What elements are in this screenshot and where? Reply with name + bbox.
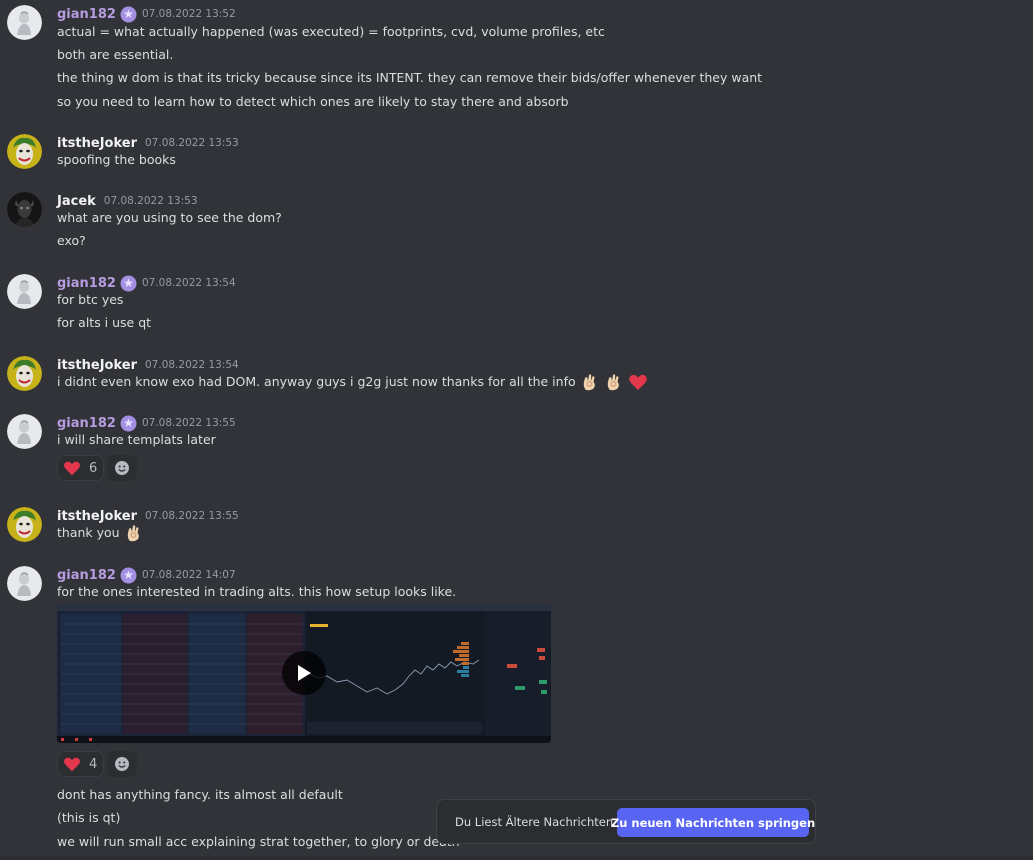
username[interactable]: gian182 (57, 568, 116, 583)
message-header: itstheJoker 07.08.2022 13:54 (57, 356, 239, 374)
red-heart-icon[interactable] (628, 372, 648, 392)
username[interactable]: gian182 (57, 416, 116, 431)
avatar-gian182[interactable] (7, 414, 42, 449)
jump-to-new-messages-button[interactable]: Zu neuen Nachrichten springen (611, 808, 815, 837)
timestamp[interactable]: 07.08.2022 13:52 (142, 8, 236, 20)
reaction-count: 6 (89, 460, 98, 476)
role-badge-icon[interactable] (120, 415, 137, 432)
message-line: thank you (57, 524, 144, 542)
message-text: what are you using to see the dom? (57, 210, 282, 225)
message-group: gian182 07.08.2022 13:55 i will share te… (0, 411, 1033, 483)
message-text: we will run small acc explaining strat t… (57, 834, 460, 849)
message-text: for the ones interested in trading alts.… (57, 584, 457, 599)
message-header: itstheJoker 07.08.2022 13:55 (57, 507, 239, 525)
message-text: (this is qt) (57, 810, 121, 825)
reaction-heart[interactable]: 6 (57, 455, 104, 481)
username[interactable]: itstheJoker (57, 136, 137, 151)
video-attachment[interactable] (57, 604, 551, 743)
message-text: for alts i use qt (57, 315, 152, 330)
avatar-itsthejoker[interactable] (7, 134, 42, 169)
avatar-gian182[interactable] (7, 566, 42, 601)
play-button[interactable] (282, 651, 326, 695)
message-text: dont has anything fancy. its almost all … (57, 787, 343, 802)
message-group: Jacek 07.08.2022 13:53 what are you usin… (0, 189, 1033, 254)
add-reaction-button[interactable] (107, 751, 137, 777)
avatar-gian182[interactable] (7, 274, 42, 309)
avatar-gian182[interactable] (7, 5, 42, 40)
avatar-itsthejoker[interactable] (7, 356, 42, 391)
chat-message-list: gian182 07.08.2022 13:52 actual = what a… (0, 0, 1033, 860)
add-reaction-button[interactable] (107, 455, 137, 481)
username[interactable]: itstheJoker (57, 358, 137, 373)
message-header: gian182 07.08.2022 13:54 (57, 274, 236, 292)
divider (0, 856, 1033, 860)
message-text: i didnt even know exo had DOM. anyway gu… (57, 374, 576, 389)
message-header: itstheJoker 07.08.2022 13:53 (57, 134, 239, 152)
message-text: so you need to learn how to detect which… (57, 94, 569, 109)
role-badge-icon[interactable] (120, 6, 137, 23)
red-heart-icon (63, 459, 81, 477)
username[interactable]: gian182 (57, 276, 116, 291)
emoji-smile-icon (115, 757, 129, 771)
emoji-smile-icon (115, 461, 129, 475)
message-text: both are essential. (57, 47, 174, 62)
message-header: gian182 07.08.2022 13:55 (57, 414, 236, 432)
message-group: gian182 07.08.2022 13:54 for btc yes for… (0, 271, 1033, 335)
red-heart-icon (63, 755, 81, 773)
message-text: the thing w dom is that its tricky becau… (57, 70, 763, 85)
message-text: for btc yes (57, 292, 124, 307)
timestamp[interactable]: 07.08.2022 13:53 (145, 137, 239, 149)
timestamp[interactable]: 07.08.2022 13:54 (145, 359, 239, 371)
timestamp[interactable]: 07.08.2022 13:55 (142, 417, 236, 429)
message-header: gian182 07.08.2022 13:52 (57, 5, 236, 23)
message-text: thank you (57, 525, 120, 540)
message-group: itstheJoker 07.08.2022 13:53 spoofing th… (0, 131, 1033, 176)
message-text: spoofing the books (57, 152, 176, 167)
timestamp[interactable]: 07.08.2022 14:07 (142, 569, 236, 581)
reaction-count: 4 (89, 756, 98, 772)
message-group: itstheJoker 07.08.2022 13:54 i didnt eve… (0, 353, 1033, 398)
message-group: gian182 07.08.2022 13:52 actual = what a… (0, 2, 1033, 114)
timestamp[interactable]: 07.08.2022 13:53 (104, 195, 198, 207)
message-text: exo? (57, 233, 86, 248)
play-icon (298, 665, 311, 681)
avatar-jacek[interactable] (7, 192, 42, 227)
jump-bar-label: Du Liest Ältere Nachrichten (455, 814, 614, 829)
message-header: gian182 07.08.2022 14:07 (57, 566, 236, 584)
avatar-itsthejoker[interactable] (7, 507, 42, 542)
ok-hand-icon[interactable] (124, 523, 144, 543)
username[interactable]: Jacek (57, 194, 96, 209)
message-line: i didnt even know exo had DOM. anyway gu… (57, 373, 648, 391)
reaction-heart[interactable]: 4 (57, 751, 104, 777)
message-text: i will share templats later (57, 432, 216, 447)
role-badge-icon[interactable] (120, 275, 137, 292)
ok-hand-icon[interactable] (604, 372, 624, 392)
jump-to-present-bar: Du Liest Ältere Nachrichten Zu neuen Nac… (436, 799, 816, 844)
username[interactable]: gian182 (57, 7, 116, 22)
message-text: actual = what actually happened (was exe… (57, 24, 605, 39)
role-badge-icon[interactable] (120, 567, 137, 584)
username[interactable]: itstheJoker (57, 509, 137, 524)
ok-hand-icon[interactable] (580, 372, 600, 392)
timestamp[interactable]: 07.08.2022 13:55 (145, 510, 239, 522)
message-header: Jacek 07.08.2022 13:53 (57, 192, 198, 210)
timestamp[interactable]: 07.08.2022 13:54 (142, 277, 236, 289)
message-group: itstheJoker 07.08.2022 13:55 thank you (0, 504, 1033, 549)
